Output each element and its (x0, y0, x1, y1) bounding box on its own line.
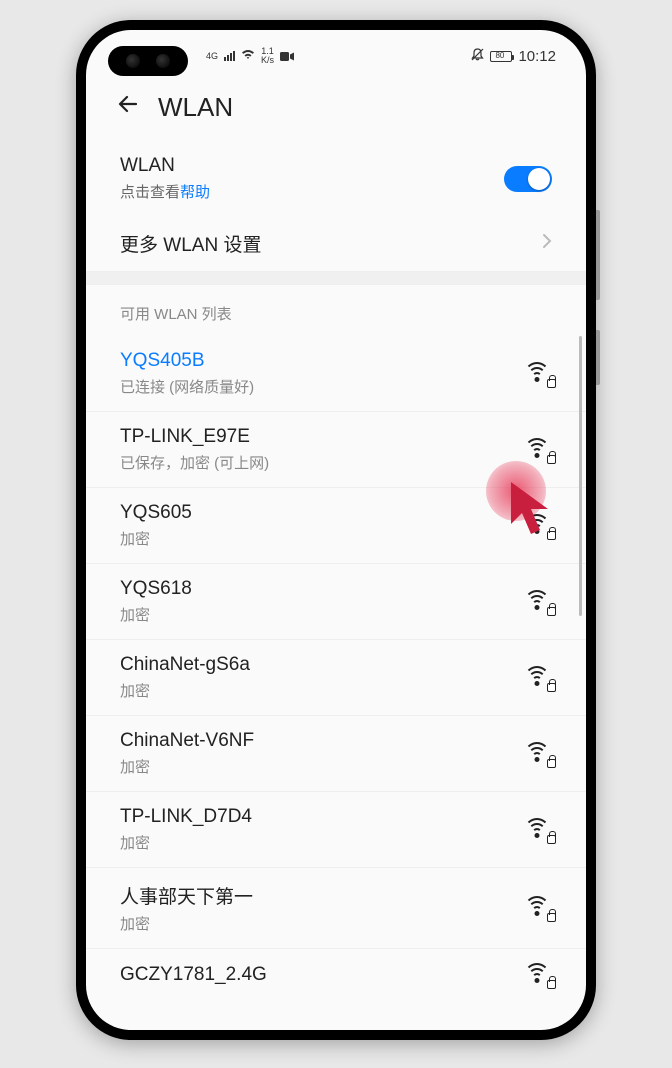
wifi-lock-icon (522, 590, 552, 614)
wifi-lock-icon (522, 963, 552, 987)
wifi-lock-icon (522, 896, 552, 920)
wifi-lock-icon (522, 818, 552, 842)
video-icon (280, 49, 294, 64)
wifi-lock-icon (522, 742, 552, 766)
network-row[interactable]: YQS618 加密 (86, 564, 586, 640)
network-status: 加密 (120, 756, 254, 777)
wlan-label: WLAN (120, 155, 210, 177)
wifi-lock-icon (522, 362, 552, 386)
network-status: 加密 (120, 604, 192, 625)
available-networks-label: 可用 WLAN 列表 (86, 285, 586, 336)
network-name: GCZY1781_2.4G (120, 964, 267, 986)
network-row[interactable]: TP-LINK_E97E 已保存，加密 (可上网) (86, 412, 586, 488)
scrollbar[interactable] (579, 336, 582, 616)
wlan-toggle[interactable] (504, 166, 552, 192)
network-speed: 1.1 K/s (261, 47, 274, 65)
network-row[interactable]: ChinaNet-gS6a 加密 (86, 640, 586, 716)
back-button[interactable] (116, 92, 140, 123)
network-name: YQS605 (120, 502, 192, 524)
help-link[interactable]: 帮助 (180, 184, 210, 201)
network-row[interactable]: YQS405B 已连接 (网络质量好) (86, 336, 586, 412)
network-status: 加密 (120, 528, 192, 549)
network-gen-label: 4G (206, 52, 218, 61)
volume-button (596, 210, 600, 300)
network-status: 已保存，加密 (可上网) (120, 452, 269, 473)
network-status: 加密 (120, 913, 253, 934)
network-name: ChinaNet-gS6a (120, 654, 250, 676)
section-divider (86, 271, 586, 285)
power-button (596, 330, 600, 385)
wlan-toggle-row[interactable]: WLAN 点击查看帮助 (86, 141, 586, 216)
network-name: TP-LINK_E97E (120, 426, 269, 448)
more-wlan-settings-row[interactable]: 更多 WLAN 设置 (86, 216, 586, 271)
signal-icon (224, 51, 235, 61)
clock: 10:12 (518, 48, 556, 65)
wifi-status-icon (241, 49, 255, 63)
screen: 4G 1.1 K/s 80 10 (86, 30, 586, 1030)
network-name: TP-LINK_D7D4 (120, 806, 252, 828)
camera-cutout (108, 46, 188, 76)
network-row[interactable]: GCZY1781_2.4G (86, 949, 586, 1001)
network-name: 人事部天下第一 (120, 882, 253, 909)
dnd-icon (471, 48, 484, 64)
network-name: ChinaNet-V6NF (120, 730, 254, 752)
more-settings-label: 更多 WLAN 设置 (120, 230, 261, 257)
network-row[interactable]: 人事部天下第一加密 (86, 868, 586, 949)
wifi-lock-icon (522, 438, 552, 462)
network-status: 加密 (120, 680, 250, 701)
network-name: YQS405B (120, 350, 254, 372)
page-header: WLAN (86, 82, 586, 141)
phone-frame: 4G 1.1 K/s 80 10 (76, 20, 596, 1040)
page-title: WLAN (158, 92, 233, 123)
network-status: 已连接 (网络质量好) (120, 376, 254, 397)
network-row[interactable]: TP-LINK_D7D4 加密 (86, 792, 586, 868)
network-list: YQS405B 已连接 (网络质量好) TP-LINK_E97E 已保存，加密 (可上… (86, 336, 586, 1001)
network-row[interactable]: ChinaNet-V6NF 加密 (86, 716, 586, 792)
wifi-lock-icon (522, 666, 552, 690)
network-name: YQS618 (120, 578, 192, 600)
chevron-right-icon (542, 232, 552, 255)
network-row[interactable]: YQS605 加密 (86, 488, 586, 564)
battery-icon: 80 (490, 51, 512, 62)
wlan-help-text: 点击查看帮助 (120, 181, 210, 202)
network-status: 加密 (120, 832, 252, 853)
wifi-lock-icon (522, 514, 552, 538)
